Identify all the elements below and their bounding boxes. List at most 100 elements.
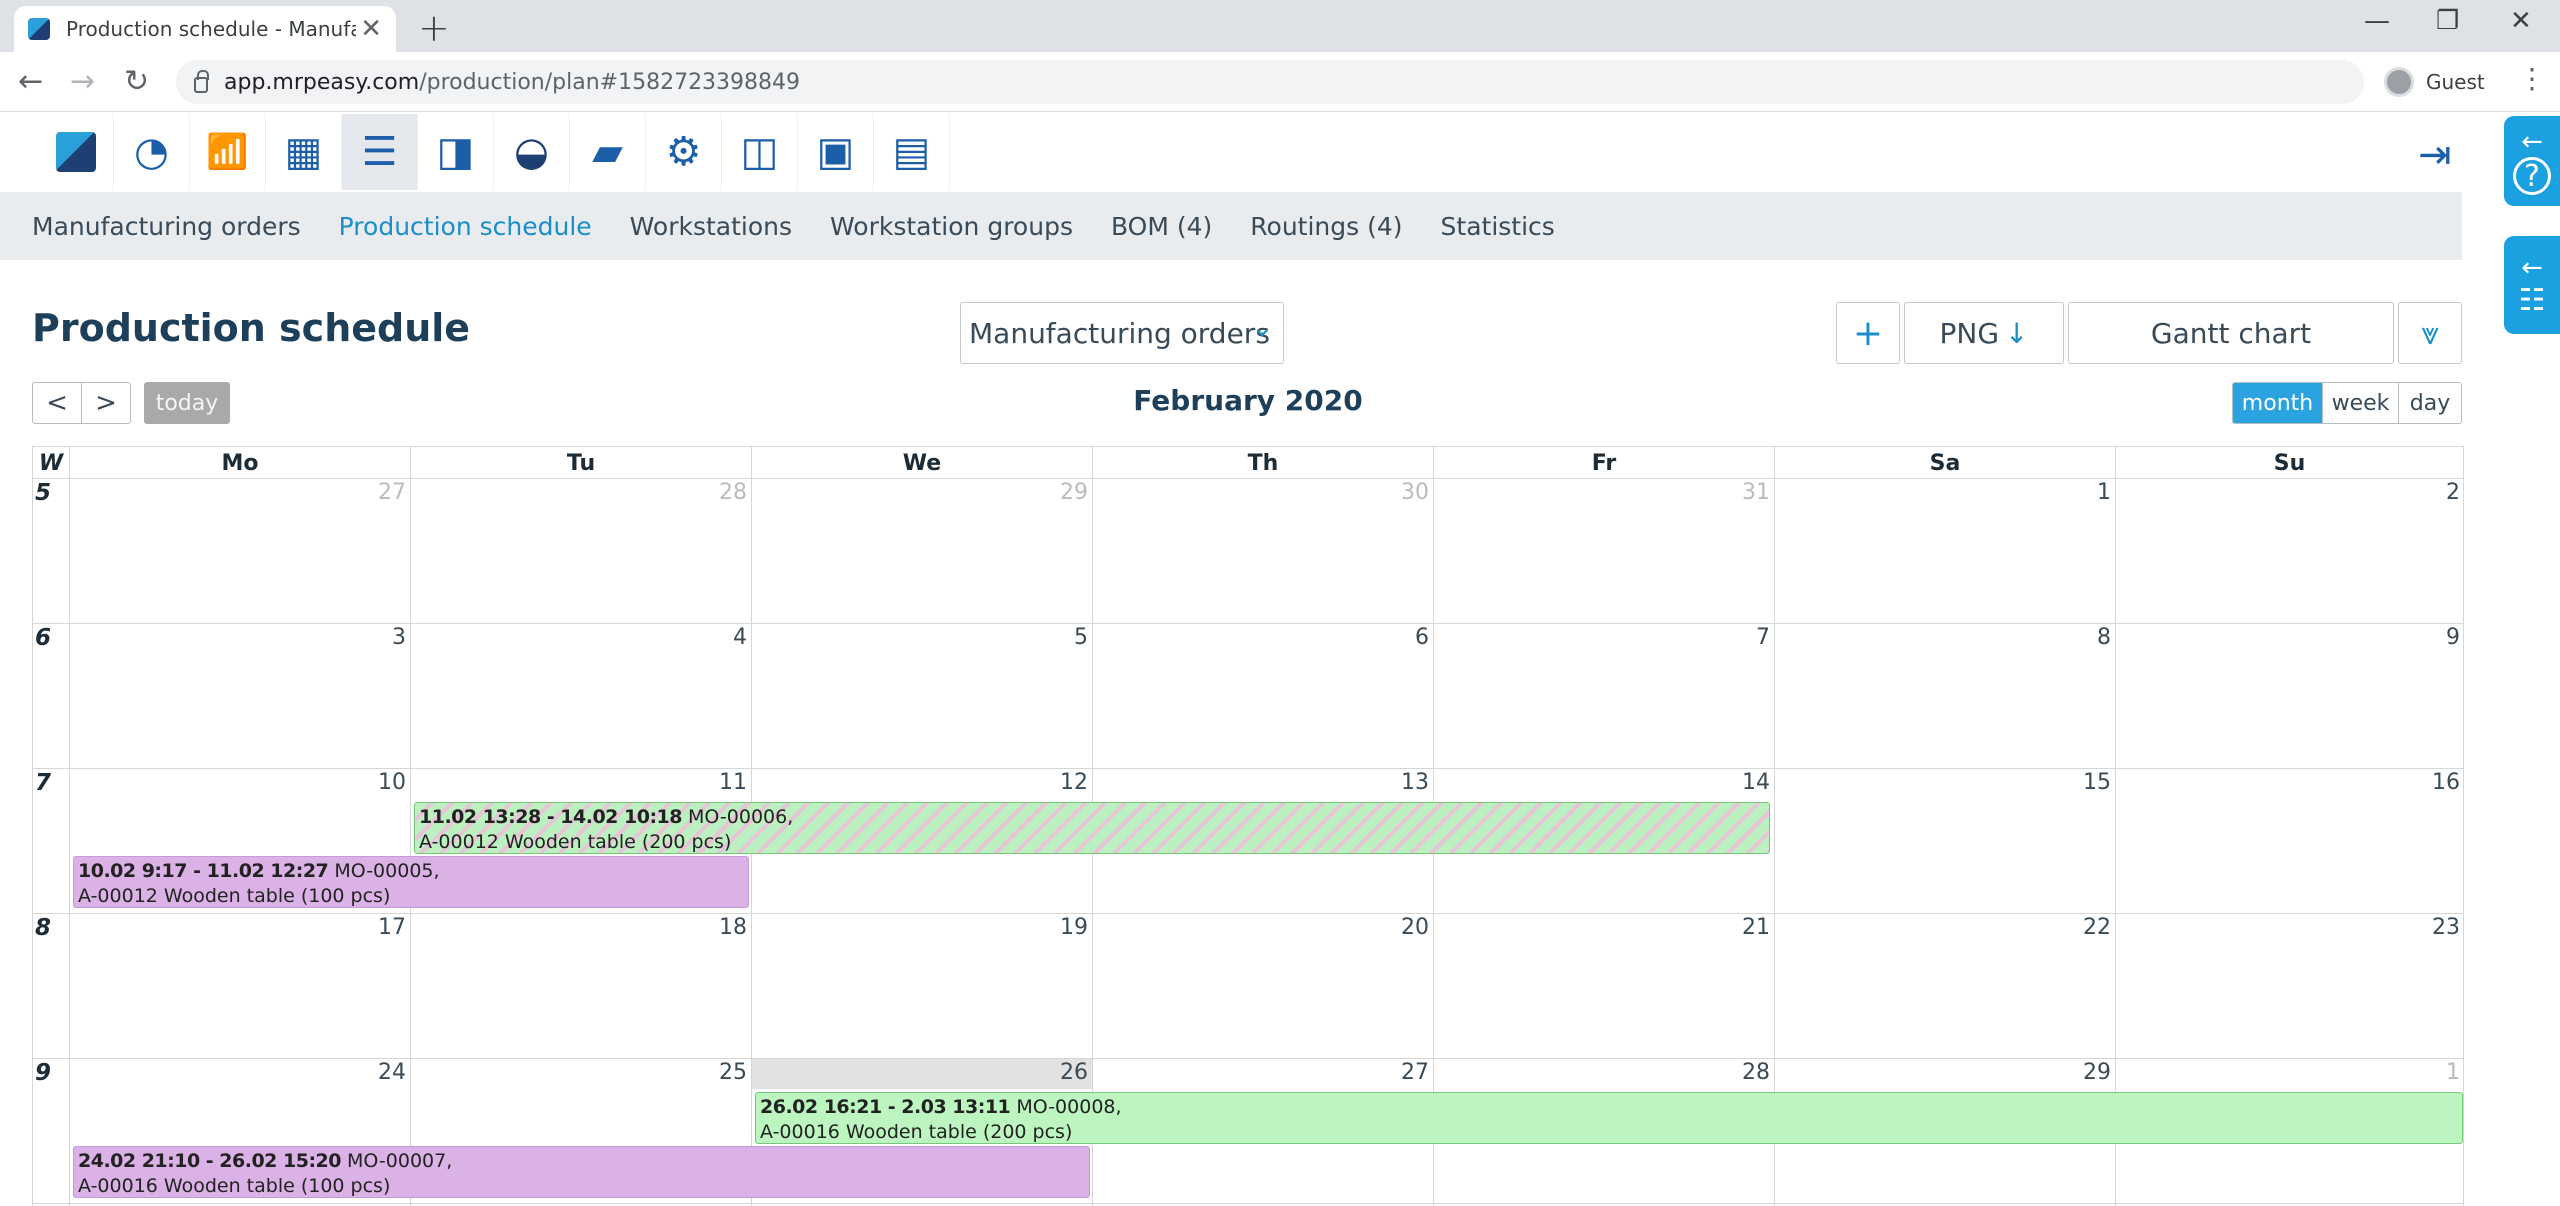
day-number[interactable]: 13 — [1389, 770, 1429, 795]
day-number[interactable]: 20 — [1389, 915, 1429, 940]
app-module-bar: ◔ 📶 ▦ ☰ ◨ ◒ ▰ ⚙ ◫ ▣ ▤ — [38, 114, 950, 190]
schedule-type-select[interactable]: Manufacturing orders ⌄ — [960, 302, 1284, 364]
png-export-button[interactable]: PNG ↓ — [1904, 302, 2064, 364]
event-item-description: A-00016 Wooden table (100 pcs) — [78, 1175, 391, 1197]
manufacturing-order-event[interactable]: 10.02 9:17 - 11.02 12:27 MO-00005, A-0001… — [73, 856, 749, 908]
day-number[interactable]: 3 — [366, 625, 406, 650]
prev-month-button[interactable]: < — [32, 382, 82, 424]
day-number[interactable]: 29 — [1048, 480, 1088, 505]
restore-icon[interactable]: ❐ — [2436, 6, 2459, 36]
day-number[interactable]: 1 — [2071, 480, 2111, 505]
manufacturing-order-event[interactable]: 11.02 13:28 - 14.02 10:18 MO-00006, A-000… — [414, 802, 1770, 854]
event-order-number: MO-00007, — [341, 1150, 453, 1172]
submenu-bom[interactable]: BOM (4) — [1111, 212, 1212, 241]
grid-line-vertical — [410, 478, 411, 1206]
day-number[interactable]: 7 — [1730, 625, 1770, 650]
gantt-chart-label: Gantt chart — [2150, 316, 2312, 350]
production-submenu: Manufacturing orders Production schedule… — [0, 192, 2462, 260]
back-icon[interactable]: ← — [18, 64, 43, 99]
folder-icon[interactable]: ▰ — [570, 114, 646, 190]
day-number[interactable]: 22 — [2071, 915, 2111, 940]
view-week-button[interactable]: week — [2323, 383, 2399, 423]
submenu-workstations[interactable]: Workstations — [630, 212, 792, 241]
day-number[interactable]: 6 — [1389, 625, 1429, 650]
dashboard-icon[interactable]: ◔ — [114, 114, 190, 190]
day-number[interactable]: 19 — [1048, 915, 1088, 940]
view-month-button[interactable]: month — [2233, 383, 2323, 423]
day-number[interactable]: 8 — [2071, 625, 2111, 650]
day-number[interactable]: 29 — [2071, 1060, 2111, 1085]
day-number[interactable]: 25 — [707, 1060, 747, 1085]
browser-menu-icon[interactable]: ⋮ — [2518, 62, 2546, 95]
event-order-number: MO-00005, — [328, 860, 440, 882]
day-number[interactable]: 4 — [707, 625, 747, 650]
day-number[interactable]: 11 — [707, 770, 747, 795]
checklist-panel-tab[interactable]: ← ☷ — [2504, 236, 2560, 334]
url-field[interactable]: app.mrpeasy.com/production/plan#15827233… — [176, 60, 2364, 104]
submenu-production-schedule[interactable]: Production schedule — [339, 212, 592, 241]
production-planning-icon[interactable]: ☰ — [342, 114, 418, 190]
presentation-icon[interactable]: ◫ — [722, 114, 798, 190]
view-day-button[interactable]: day — [2399, 383, 2461, 423]
manufacturing-order-event[interactable]: 26.02 16:21 - 2.03 13:11 MO-00008, A-0001… — [755, 1092, 2463, 1144]
day-number[interactable]: 1 — [2420, 1060, 2460, 1085]
minimize-icon[interactable]: — — [2364, 6, 2390, 36]
day-number[interactable]: 24 — [366, 1060, 406, 1085]
day-number[interactable]: 28 — [707, 480, 747, 505]
event-item-description: A-00012 Wooden table (200 pcs) — [419, 831, 732, 853]
grid-line-horizontal — [32, 913, 2464, 914]
arrow-left-icon: ← — [2521, 252, 2543, 283]
gantt-chart-button[interactable]: Gantt chart — [2068, 302, 2394, 364]
day-number[interactable]: 31 — [1730, 480, 1770, 505]
day-number[interactable]: 16 — [2420, 770, 2460, 795]
next-month-button[interactable]: > — [81, 382, 131, 424]
day-number[interactable]: 28 — [1730, 1060, 1770, 1085]
add-button[interactable]: + — [1836, 302, 1900, 364]
profile-button[interactable]: Guest — [2380, 60, 2516, 104]
submenu-manufacturing-orders[interactable]: Manufacturing orders — [32, 212, 301, 241]
logout-icon[interactable]: ⇥ — [2418, 132, 2452, 178]
day-number[interactable]: 27 — [1389, 1060, 1429, 1085]
close-window-icon[interactable]: ✕ — [2510, 6, 2532, 36]
browser-tab[interactable]: Production schedule - Manufactu ✕ — [14, 6, 396, 52]
help-panel-tab[interactable]: ← ? — [2504, 116, 2560, 206]
day-number[interactable]: 27 — [366, 480, 406, 505]
close-tab-icon[interactable]: ✕ — [360, 14, 382, 44]
day-number[interactable]: 12 — [1048, 770, 1088, 795]
day-number[interactable]: 18 — [707, 915, 747, 940]
reload-icon[interactable]: ↻ — [124, 64, 149, 99]
book-icon[interactable]: ◨ — [418, 114, 494, 190]
submenu-statistics[interactable]: Statistics — [1441, 212, 1555, 241]
expand-filters-button[interactable]: ⩔ — [2398, 302, 2462, 364]
statistics-icon[interactable]: 📶 — [190, 114, 266, 190]
day-number[interactable]: 2 — [2420, 480, 2460, 505]
submenu-workstation-groups[interactable]: Workstation groups — [830, 212, 1073, 241]
manufacturing-order-event[interactable]: 24.02 21:10 - 26.02 15:20 MO-00007, A-000… — [73, 1146, 1090, 1198]
gift-icon[interactable]: ▣ — [798, 114, 874, 190]
day-number[interactable]: 26 — [1048, 1060, 1088, 1085]
new-tab-icon[interactable]: + — [418, 6, 450, 50]
day-number[interactable]: 21 — [1730, 915, 1770, 940]
day-number[interactable]: 9 — [2420, 625, 2460, 650]
calendar-icon[interactable]: ▦ — [266, 114, 342, 190]
day-number[interactable]: 10 — [366, 770, 406, 795]
submenu-routings[interactable]: Routings (4) — [1250, 212, 1402, 241]
arrow-left-icon: ← — [2521, 127, 2543, 157]
forward-icon[interactable]: → — [70, 64, 95, 99]
logo-icon[interactable] — [38, 114, 114, 190]
event-time-range: 10.02 9:17 - 11.02 12:27 — [78, 860, 329, 882]
settings-icon[interactable]: ⚙ — [646, 114, 722, 190]
purchasing-basket-icon[interactable]: ◒ — [494, 114, 570, 190]
document-icon[interactable]: ▤ — [874, 114, 950, 190]
day-number[interactable]: 15 — [2071, 770, 2111, 795]
day-header-mo: Mo — [70, 447, 411, 479]
day-number[interactable]: 14 — [1730, 770, 1770, 795]
day-number[interactable]: 23 — [2420, 915, 2460, 940]
event-order-number: MO-00008, — [1010, 1096, 1122, 1118]
day-number[interactable]: 5 — [1048, 625, 1088, 650]
day-number[interactable]: 30 — [1389, 480, 1429, 505]
day-number[interactable]: 17 — [366, 915, 406, 940]
grid-line-horizontal — [32, 478, 2464, 479]
url-path: /production/plan#1582723398849 — [419, 69, 801, 95]
today-button[interactable]: today — [144, 382, 230, 424]
